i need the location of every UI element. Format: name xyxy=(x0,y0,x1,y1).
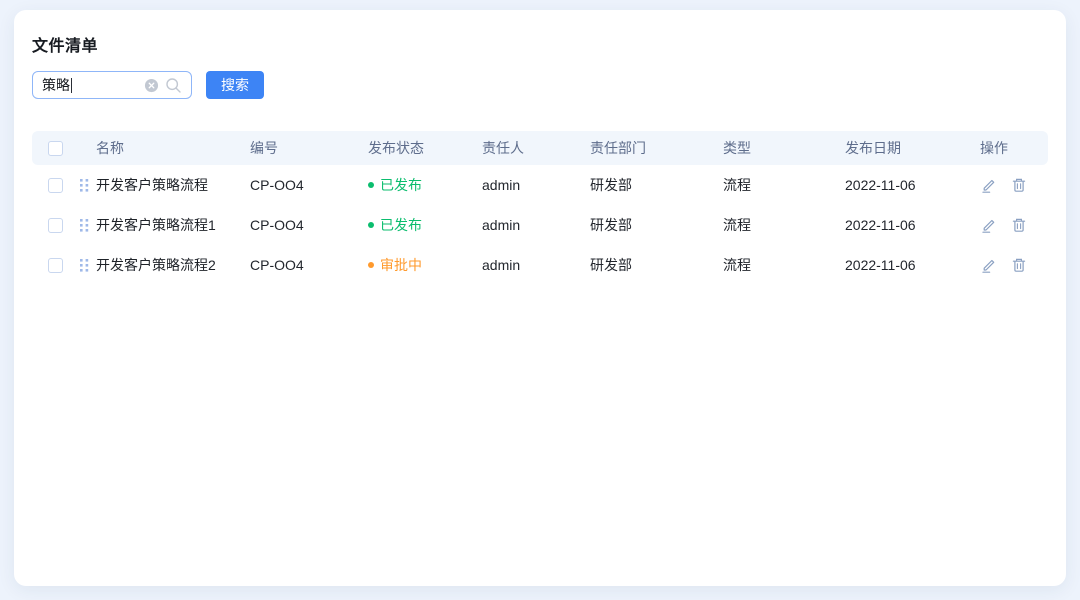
row-checkbox[interactable] xyxy=(48,218,63,233)
col-header-department: 责任部门 xyxy=(590,131,723,165)
status-badge: 已发布 xyxy=(368,175,482,195)
file-date: 2022-11-06 xyxy=(845,245,980,285)
file-type: 流程 xyxy=(723,165,845,205)
status-label: 审批中 xyxy=(380,255,422,275)
file-list-card: 文件清单 策略 搜索 xyxy=(14,10,1066,586)
page-title: 文件清单 xyxy=(32,32,1048,56)
col-header-owner: 责任人 xyxy=(482,131,590,165)
row-checkbox[interactable] xyxy=(48,258,63,273)
table-row: 开发客户策略流程 CP-OO4 已发布 admin 研发部 流程 2022-11… xyxy=(32,165,1048,205)
file-owner: admin xyxy=(482,205,590,245)
delete-icon[interactable] xyxy=(1011,177,1027,193)
table-row: 开发客户策略流程1 CP-OO4 已发布 admin 研发部 流程 2022-1… xyxy=(32,205,1048,245)
status-label: 已发布 xyxy=(380,175,422,195)
file-name: 开发客户策略流程 xyxy=(96,175,208,195)
file-owner: admin xyxy=(482,165,590,205)
file-name: 开发客户策略流程1 xyxy=(96,215,216,235)
file-type: 流程 xyxy=(723,245,845,285)
search-icon xyxy=(165,77,182,94)
search-input[interactable]: 策略 xyxy=(32,71,192,99)
col-header-code: 编号 xyxy=(250,131,368,165)
edit-icon[interactable] xyxy=(980,217,996,233)
file-owner: admin xyxy=(482,245,590,285)
col-header-status: 发布状态 xyxy=(368,131,482,165)
file-date: 2022-11-06 xyxy=(845,205,980,245)
search-input-value: 策略 xyxy=(42,75,70,95)
drag-handle-icon[interactable] xyxy=(80,219,89,232)
file-department: 研发部 xyxy=(590,205,723,245)
search-row: 策略 搜索 xyxy=(32,71,1048,99)
edit-icon[interactable] xyxy=(980,177,996,193)
table-row: 开发客户策略流程2 CP-OO4 审批中 admin 研发部 流程 2022-1… xyxy=(32,245,1048,285)
status-dot-icon xyxy=(368,222,374,228)
status-dot-icon xyxy=(368,262,374,268)
drag-handle-icon[interactable] xyxy=(80,179,89,192)
col-header-type: 类型 xyxy=(723,131,845,165)
col-header-actions: 操作 xyxy=(980,131,1048,165)
col-header-date: 发布日期 xyxy=(845,131,980,165)
status-label: 已发布 xyxy=(380,215,422,235)
file-department: 研发部 xyxy=(590,245,723,285)
edit-icon[interactable] xyxy=(980,257,996,273)
clear-input-icon[interactable] xyxy=(144,78,159,93)
file-table: 名称 编号 发布状态 责任人 责任部门 类型 发布日期 操作 xyxy=(32,131,1048,285)
delete-icon[interactable] xyxy=(1011,257,1027,273)
file-code: CP-OO4 xyxy=(250,245,368,285)
file-name: 开发客户策略流程2 xyxy=(96,255,216,275)
file-date: 2022-11-06 xyxy=(845,165,980,205)
col-header-name: 名称 xyxy=(80,131,250,165)
table-header-row: 名称 编号 发布状态 责任人 责任部门 类型 发布日期 操作 xyxy=(32,131,1048,165)
drag-handle-icon[interactable] xyxy=(80,259,89,272)
status-dot-icon xyxy=(368,182,374,188)
select-all-checkbox[interactable] xyxy=(48,141,63,156)
search-button[interactable]: 搜索 xyxy=(206,71,264,99)
file-type: 流程 xyxy=(723,205,845,245)
row-checkbox[interactable] xyxy=(48,178,63,193)
delete-icon[interactable] xyxy=(1011,217,1027,233)
status-badge: 已发布 xyxy=(368,215,482,235)
file-code: CP-OO4 xyxy=(250,165,368,205)
status-badge: 审批中 xyxy=(368,255,482,275)
file-code: CP-OO4 xyxy=(250,205,368,245)
text-caret xyxy=(71,78,72,93)
file-department: 研发部 xyxy=(590,165,723,205)
